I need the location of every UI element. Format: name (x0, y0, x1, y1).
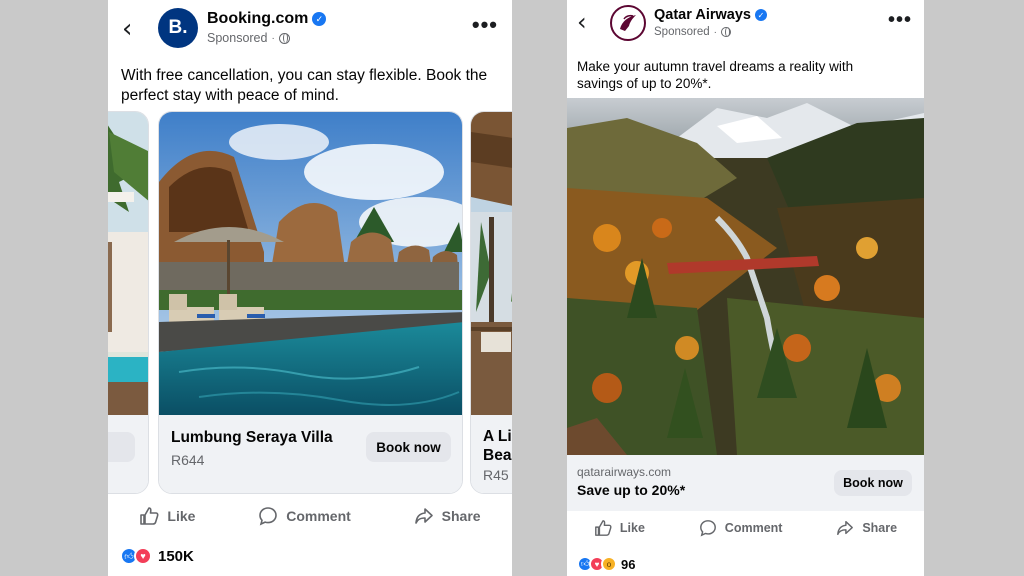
comment-button[interactable]: Comment (258, 506, 351, 526)
avatar-logo-text: B. (168, 17, 188, 38)
carousel-card-previous[interactable]: ow (108, 111, 149, 494)
listing-price: R45 (483, 467, 509, 483)
comment-bubble-icon (259, 507, 278, 526)
book-now-button[interactable]: ow (108, 432, 135, 462)
villa-pool-photo (159, 112, 462, 417)
globe-icon (278, 32, 290, 44)
thumbs-up-icon (595, 520, 612, 536)
main-card-footer: Lumbung Seraya Villa R644 Book now (159, 415, 462, 493)
listing-title-line: A Li (483, 428, 512, 445)
reactions-summary[interactable]: 👍︎ ♥ o 96 (577, 556, 635, 572)
avatar[interactable] (610, 5, 646, 41)
ad-image[interactable] (567, 98, 924, 455)
reaction-count[interactable]: 150K (158, 548, 194, 565)
thumbs-up-icon (140, 507, 159, 525)
oryx-logo-icon (620, 14, 636, 31)
listing-title: Lumbung Seraya Villa (171, 429, 333, 446)
post-text-line: With free cancellation, you can stay fle… (121, 67, 488, 84)
comment-label[interactable]: Comment (286, 508, 351, 524)
autumn-forest-valley-photo (567, 98, 924, 455)
back-arrow-icon[interactable]: ‹ (577, 10, 587, 34)
sponsored-text: Sponsored (654, 26, 710, 38)
booking-ad-post: ‹ B. Booking.com ✓ Sponsored · ••• With … (108, 0, 512, 576)
post-actions-bar: Like Comment Share (108, 502, 512, 530)
back-arrow-icon[interactable]: ‹ (122, 16, 132, 42)
next-card-image (471, 112, 512, 417)
avatar[interactable]: B. (158, 8, 198, 48)
sponsored-label: Sponsored · (654, 26, 731, 38)
share-button[interactable]: Share (836, 519, 897, 537)
qatar-airways-ad-post: ‹ Qatar Airways ✓ Sponsored · ••• Make y… (567, 0, 924, 576)
page-name-text[interactable]: Qatar Airways (654, 7, 751, 23)
book-now-button[interactable]: Book now (834, 470, 912, 496)
post-text-line: Make your autumn travel dreams a reality… (577, 59, 854, 74)
villa-photo (108, 112, 148, 417)
post-header: ‹ Qatar Airways ✓ Sponsored · ••• (567, 0, 924, 56)
comment-label[interactable]: Comment (725, 521, 783, 535)
page-name[interactable]: Qatar Airways ✓ (654, 7, 767, 23)
listing-title: A Li Bea (483, 427, 512, 465)
carousel-card-main[interactable]: Lumbung Seraya Villa R644 Book now (158, 111, 463, 494)
like-button[interactable]: Like (594, 519, 645, 537)
more-options-icon[interactable]: ••• (472, 14, 498, 36)
post-text-line: perfect stay with peace of mind. (121, 87, 339, 104)
share-arrow-icon (837, 520, 854, 536)
verified-badge-icon: ✓ (754, 9, 767, 21)
listing-price: R644 (171, 452, 205, 468)
wow-reaction-icon: o (601, 556, 617, 572)
book-now-button[interactable]: Book now (366, 432, 451, 462)
like-button[interactable]: Like (139, 506, 195, 526)
listing-title-line: Bea (483, 447, 512, 464)
reactions-summary[interactable]: 👍︎ ♥ 150K (120, 547, 194, 565)
like-label[interactable]: Like (620, 521, 645, 535)
sponsored-label: Sponsored · (207, 31, 290, 45)
page-name-text[interactable]: Booking.com (207, 10, 308, 28)
more-options-icon[interactable]: ••• (888, 10, 912, 30)
reaction-count[interactable]: 96 (621, 557, 635, 572)
verified-badge-icon: ✓ (312, 12, 327, 26)
link-preview-footer[interactable]: qatarairways.com Save up to 20%* Book no… (567, 455, 924, 511)
page-name[interactable]: Booking.com ✓ (207, 10, 327, 28)
link-domain: qatarairways.com (577, 465, 672, 479)
post-header: ‹ B. Booking.com ✓ Sponsored · ••• (108, 0, 512, 56)
post-text-line: savings of up to 20%*. (577, 76, 712, 91)
comment-button[interactable]: Comment (699, 519, 783, 537)
love-reaction-icon: ♥ (134, 547, 152, 565)
post-actions-bar: Like Comment Share (567, 516, 924, 540)
resort-photo (471, 112, 512, 417)
link-headline: Save up to 20%* (577, 482, 686, 498)
like-label[interactable]: Like (167, 508, 195, 524)
share-button[interactable]: Share (414, 506, 481, 526)
sponsored-text: Sponsored (207, 31, 268, 45)
next-card-footer: A Li Bea R45 (471, 415, 512, 493)
comment-bubble-icon (699, 520, 716, 537)
share-label[interactable]: Share (442, 508, 481, 524)
globe-icon (720, 27, 731, 37)
post-text: With free cancellation, you can stay fle… (121, 66, 487, 106)
previous-card-footer: ow (108, 415, 148, 493)
share-arrow-icon (414, 508, 433, 524)
main-card-image (159, 112, 462, 417)
carousel-card-next[interactable]: A Li Bea R45 (470, 111, 512, 494)
previous-card-image (108, 112, 148, 417)
post-text: Make your autumn travel dreams a reality… (577, 58, 853, 92)
share-label[interactable]: Share (862, 521, 897, 535)
